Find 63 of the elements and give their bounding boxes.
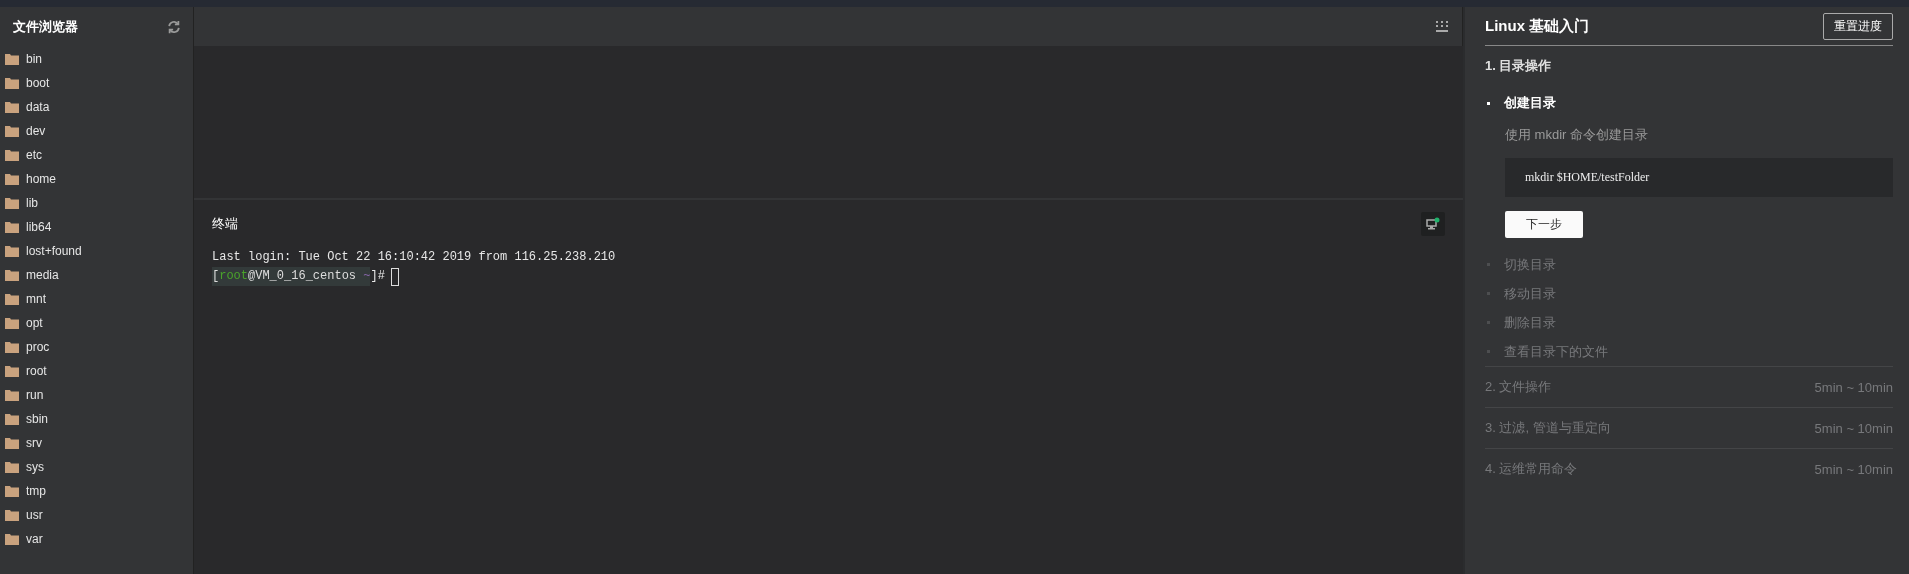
folder-icon	[5, 437, 19, 449]
terminal-title: 终端	[212, 215, 238, 233]
lesson-description: 使用 mkdir 命令创建目录	[1505, 126, 1648, 144]
folder-name[interactable]: lib64	[26, 220, 52, 234]
folder-icon	[5, 533, 19, 545]
tutorial-title: Linux 基础入门	[1485, 16, 1590, 36]
folder-name[interactable]: var	[26, 532, 43, 546]
folder-name[interactable]: tmp	[26, 484, 46, 498]
folder-name[interactable]: run	[26, 388, 44, 402]
login-message: Last login: Tue Oct 22 16:10:42 2019 from 116.25.238.210	[212, 249, 617, 266]
folder-icon	[5, 341, 19, 353]
keyboard-icon[interactable]	[1436, 21, 1448, 32]
folder-name[interactable]: usr	[26, 508, 43, 522]
bullet-icon	[1487, 101, 1490, 105]
folder-icon	[5, 149, 19, 161]
folder-icon	[5, 53, 19, 65]
folder-name[interactable]: etc	[26, 148, 42, 162]
code-block: mkdir $HOME/testFolder	[1505, 158, 1893, 197]
folder-icon	[5, 293, 19, 305]
folder-name[interactable]: srv	[26, 436, 42, 450]
section-duration: 5min ~ 10min	[1814, 420, 1893, 436]
folder-icon	[5, 221, 19, 233]
reset-button[interactable]: 重置进度	[1823, 12, 1893, 40]
folder-name[interactable]: mnt	[26, 292, 46, 306]
connection-button[interactable]	[1421, 212, 1445, 236]
folder-icon	[5, 485, 19, 497]
folder-icon	[5, 365, 19, 377]
monitor-icon	[1426, 217, 1440, 231]
folder-icon	[5, 317, 19, 329]
folder-icon	[5, 77, 19, 89]
folder-name[interactable]: opt	[26, 316, 43, 330]
folder-name[interactable]: media	[26, 268, 59, 282]
folder-icon	[5, 389, 19, 401]
folder-name[interactable]: dev	[26, 124, 46, 138]
folder-icon	[5, 269, 19, 281]
folder-icon	[5, 197, 19, 209]
folder-icon	[5, 101, 19, 113]
folder-name[interactable]: lib	[26, 196, 38, 210]
section-title[interactable]: 1. 目录操作	[1485, 57, 1552, 75]
folder-name[interactable]: lost+found	[26, 244, 82, 258]
folder-name[interactable]: sys	[26, 460, 44, 474]
panel-title: 文件浏览器	[13, 18, 78, 36]
folder-name[interactable]: sbin	[26, 412, 48, 426]
folder-name[interactable]: boot	[26, 76, 50, 90]
shell-prompt: [root@VM_0_16_centos ~	[212, 267, 371, 286]
folder-name[interactable]: home	[26, 172, 57, 186]
folder-name[interactable]: bin	[26, 52, 42, 66]
prompt-end: ]#	[370, 268, 385, 285]
section-duration: 5min ~ 10min	[1814, 379, 1893, 395]
folder-icon	[5, 509, 19, 521]
folder-icon	[5, 461, 19, 473]
refresh-icon[interactable]	[167, 20, 181, 34]
folder-name[interactable]: proc	[26, 340, 50, 354]
folder-icon	[5, 245, 19, 257]
lesson-title[interactable]: 创建目录	[1504, 94, 1556, 112]
folder-icon	[5, 125, 19, 137]
folder-name[interactable]: data	[26, 100, 50, 114]
folder-name[interactable]: root	[26, 364, 47, 378]
folder-icon	[5, 173, 19, 185]
next-button[interactable]: 下一步	[1505, 211, 1583, 238]
text-cursor	[390, 267, 399, 286]
folder-icon	[5, 413, 19, 425]
section-duration: 5min ~ 10min	[1814, 461, 1893, 477]
